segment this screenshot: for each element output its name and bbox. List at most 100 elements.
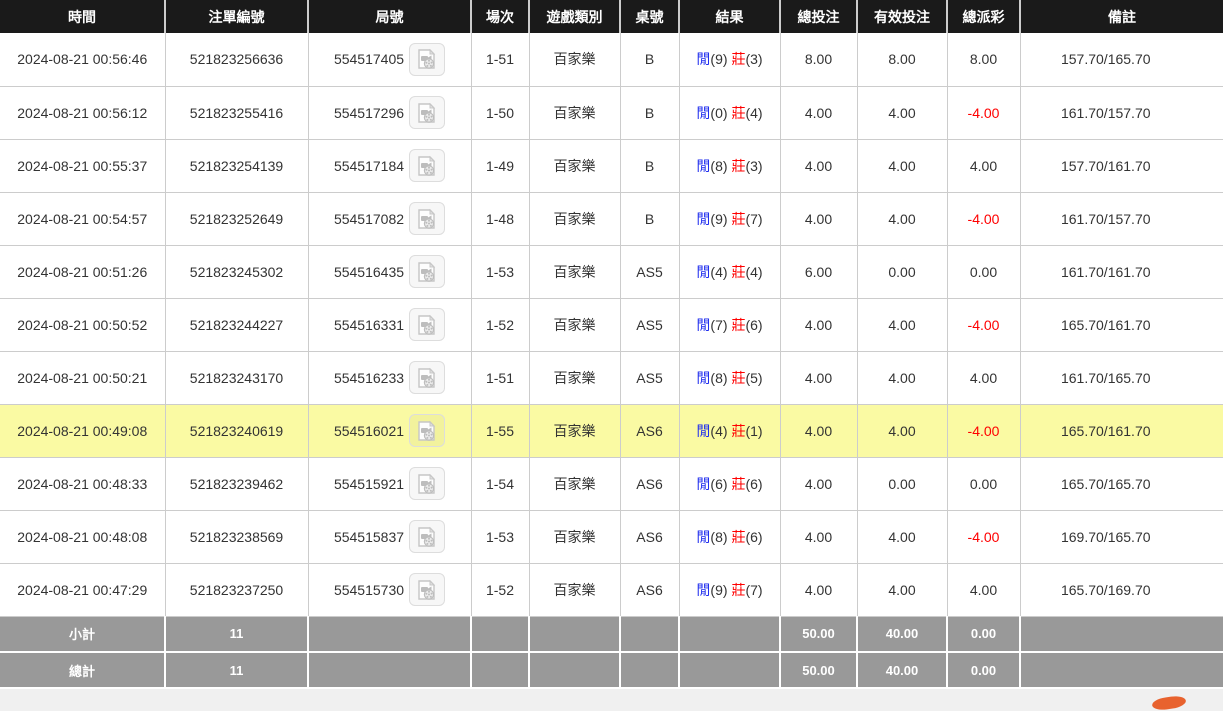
header-valid-bet: 有效投注 bbox=[856, 0, 947, 33]
round-number: 554515730 bbox=[333, 581, 405, 598]
total-bet-cell: 8.00 bbox=[779, 33, 858, 87]
summary-total-bet-cell: 50.00 bbox=[779, 651, 858, 689]
table-row[interactable]: 2024-08-21 00:50:21 521823243170 5545162… bbox=[0, 350, 1223, 405]
result-banker-score: (3) bbox=[745, 51, 763, 68]
video-replay-button[interactable] bbox=[409, 96, 446, 129]
result-banker-label: 莊 bbox=[731, 210, 746, 227]
video-replay-button[interactable] bbox=[409, 520, 446, 553]
result-player-score: (9) bbox=[710, 581, 728, 598]
partial-orange-element bbox=[1151, 694, 1187, 711]
bet-id-cell: 521823243170 bbox=[164, 350, 309, 405]
round-cell: 554517184 bbox=[307, 138, 472, 193]
table-row[interactable]: 2024-08-21 00:49:08 521823240619 5545160… bbox=[0, 403, 1223, 458]
summary-count-cell: 11 bbox=[164, 651, 309, 689]
header-time: 時間 bbox=[0, 0, 165, 33]
time-cell: 2024-08-21 00:47:29 bbox=[0, 562, 166, 617]
result-cell: 閒(8) 莊(5) bbox=[678, 350, 781, 405]
header-remark: 備註 bbox=[1019, 0, 1223, 33]
table-row[interactable]: 2024-08-21 00:51:26 521823245302 5545164… bbox=[0, 244, 1223, 299]
video-replay-icon bbox=[418, 208, 436, 229]
table-row[interactable]: 2024-08-21 00:54:57 521823252649 5545170… bbox=[0, 191, 1223, 246]
video-replay-button[interactable] bbox=[409, 573, 446, 606]
table-no-cell: AS6 bbox=[619, 456, 680, 511]
time-cell: 2024-08-21 00:49:08 bbox=[0, 403, 166, 458]
table-row[interactable]: 2024-08-21 00:56:46 521823256636 5545174… bbox=[0, 33, 1223, 87]
result-banker-score: (6) bbox=[745, 475, 763, 492]
video-replay-button[interactable] bbox=[409, 361, 446, 394]
round-cell: 554515837 bbox=[307, 509, 472, 564]
valid-bet-cell: 4.00 bbox=[856, 350, 948, 405]
result-player-label: 閒 bbox=[696, 422, 711, 439]
result-cell: 閒(9) 莊(3) bbox=[678, 33, 781, 87]
bet-id-cell: 521823238569 bbox=[164, 509, 309, 564]
session-cell: 1-49 bbox=[470, 138, 530, 193]
result-banker-label: 莊 bbox=[731, 369, 746, 386]
remark-cell: 157.70/161.70 bbox=[1019, 138, 1223, 193]
round-number: 554517405 bbox=[333, 51, 405, 68]
round-cell: 554516331 bbox=[307, 297, 472, 352]
video-replay-icon bbox=[418, 155, 436, 176]
video-replay-button[interactable] bbox=[409, 414, 446, 447]
result-player-score: (8) bbox=[710, 528, 728, 545]
header-result: 結果 bbox=[678, 0, 780, 33]
video-replay-icon bbox=[418, 102, 436, 123]
game-type-cell: 百家樂 bbox=[528, 403, 621, 458]
time-cell: 2024-08-21 00:50:21 bbox=[0, 350, 166, 405]
video-replay-button[interactable] bbox=[409, 255, 446, 288]
header-total-bet: 總投注 bbox=[779, 0, 857, 33]
video-replay-button[interactable] bbox=[409, 202, 446, 235]
table-no-cell: B bbox=[619, 33, 680, 87]
table-no-cell: B bbox=[619, 191, 680, 246]
table-row[interactable]: 2024-08-21 00:56:12 521823255416 5545172… bbox=[0, 85, 1223, 140]
total-bet-cell: 4.00 bbox=[779, 456, 858, 511]
valid-bet-cell: 4.00 bbox=[856, 138, 948, 193]
remark-cell: 157.70/165.70 bbox=[1019, 33, 1223, 87]
payout-cell: -4.00 bbox=[946, 297, 1021, 352]
table-row[interactable]: 2024-08-21 00:55:37 521823254139 5545171… bbox=[0, 138, 1223, 193]
video-replay-button[interactable] bbox=[409, 42, 446, 76]
total-bet-cell: 4.00 bbox=[779, 509, 858, 564]
result-cell: 閒(8) 莊(3) bbox=[678, 138, 781, 193]
remark-cell: 161.70/165.70 bbox=[1019, 350, 1223, 405]
video-replay-button[interactable] bbox=[409, 308, 446, 341]
video-replay-button[interactable] bbox=[409, 467, 446, 500]
header-table-no: 桌號 bbox=[619, 0, 679, 33]
table-row[interactable]: 2024-08-21 00:48:08 521823238569 5545158… bbox=[0, 509, 1223, 564]
result-banker-score: (5) bbox=[745, 369, 763, 386]
video-replay-icon bbox=[418, 526, 436, 547]
remark-cell: 169.70/165.70 bbox=[1019, 509, 1223, 564]
game-type-cell: 百家樂 bbox=[528, 244, 621, 299]
total-bet-cell: 4.00 bbox=[779, 297, 858, 352]
total-bet-cell: 4.00 bbox=[779, 403, 858, 458]
session-cell: 1-52 bbox=[470, 297, 530, 352]
time-cell: 2024-08-21 00:48:08 bbox=[0, 509, 166, 564]
session-cell: 1-51 bbox=[470, 350, 530, 405]
summary-total-bet-cell: 50.00 bbox=[779, 615, 858, 653]
valid-bet-cell: 0.00 bbox=[856, 456, 948, 511]
table-row[interactable]: 2024-08-21 00:48:33 521823239462 5545159… bbox=[0, 456, 1223, 511]
result-banker-score: (4) bbox=[745, 104, 763, 121]
time-cell: 2024-08-21 00:48:33 bbox=[0, 456, 166, 511]
total-bet-cell: 4.00 bbox=[779, 85, 858, 140]
table-row[interactable]: 2024-08-21 00:50:52 521823244227 5545163… bbox=[0, 297, 1223, 352]
result-cell: 閒(0) 莊(4) bbox=[678, 85, 781, 140]
table-no-cell: AS5 bbox=[619, 297, 680, 352]
round-number: 554517296 bbox=[333, 104, 405, 121]
result-player-score: (8) bbox=[710, 157, 728, 174]
total-bet-cell: 4.00 bbox=[779, 350, 858, 405]
video-replay-icon bbox=[418, 49, 436, 69]
game-type-cell: 百家樂 bbox=[528, 297, 621, 352]
result-cell: 閒(7) 莊(6) bbox=[678, 297, 781, 352]
time-cell: 2024-08-21 00:56:12 bbox=[0, 85, 166, 140]
bet-id-cell: 521823244227 bbox=[164, 297, 309, 352]
video-replay-button[interactable] bbox=[409, 149, 446, 182]
remark-cell: 165.70/161.70 bbox=[1019, 297, 1223, 352]
table-no-cell: B bbox=[619, 138, 680, 193]
result-player-label: 閒 bbox=[696, 581, 711, 598]
valid-bet-cell: 4.00 bbox=[856, 403, 948, 458]
result-banker-score: (3) bbox=[745, 157, 763, 174]
table-no-cell: B bbox=[619, 85, 680, 140]
result-player-score: (8) bbox=[710, 369, 728, 386]
payout-cell: -4.00 bbox=[946, 509, 1021, 564]
table-row[interactable]: 2024-08-21 00:47:29 521823237250 5545157… bbox=[0, 562, 1223, 617]
